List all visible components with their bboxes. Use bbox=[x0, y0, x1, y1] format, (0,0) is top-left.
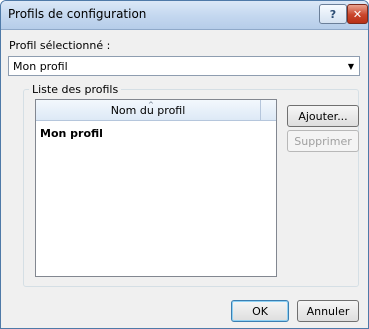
cancel-button[interactable]: Annuler bbox=[297, 300, 359, 322]
column-header-profile-name[interactable]: Nom du profil ^ bbox=[36, 100, 261, 120]
list-header: Nom du profil ^ bbox=[36, 100, 276, 121]
profiles-list[interactable]: Nom du profil ^ Mon profil bbox=[35, 99, 277, 277]
add-button[interactable]: Ajouter... bbox=[287, 105, 359, 127]
ok-button[interactable]: OK bbox=[231, 300, 289, 322]
delete-button[interactable]: Supprimer bbox=[287, 130, 359, 152]
profile-select[interactable]: Mon profil ▼ bbox=[8, 56, 360, 76]
chevron-down-icon[interactable]: ▼ bbox=[343, 62, 359, 71]
window-title: Profils de configuration bbox=[8, 7, 147, 21]
sort-ascending-icon: ^ bbox=[148, 101, 154, 109]
list-item[interactable]: Mon profil bbox=[40, 127, 103, 140]
help-button[interactable]: ? bbox=[319, 4, 347, 24]
close-button[interactable]: ✕ bbox=[347, 4, 368, 24]
selected-profile-label: Profil sélectionné : bbox=[9, 39, 111, 52]
profiles-group-legend: Liste des profils bbox=[29, 83, 122, 96]
profile-select-value: Mon profil bbox=[13, 59, 68, 73]
dialog-window: Profils de configuration ? ✕ Profil séle… bbox=[0, 0, 369, 329]
title-bar[interactable]: Profils de configuration ? ✕ bbox=[1, 1, 368, 30]
